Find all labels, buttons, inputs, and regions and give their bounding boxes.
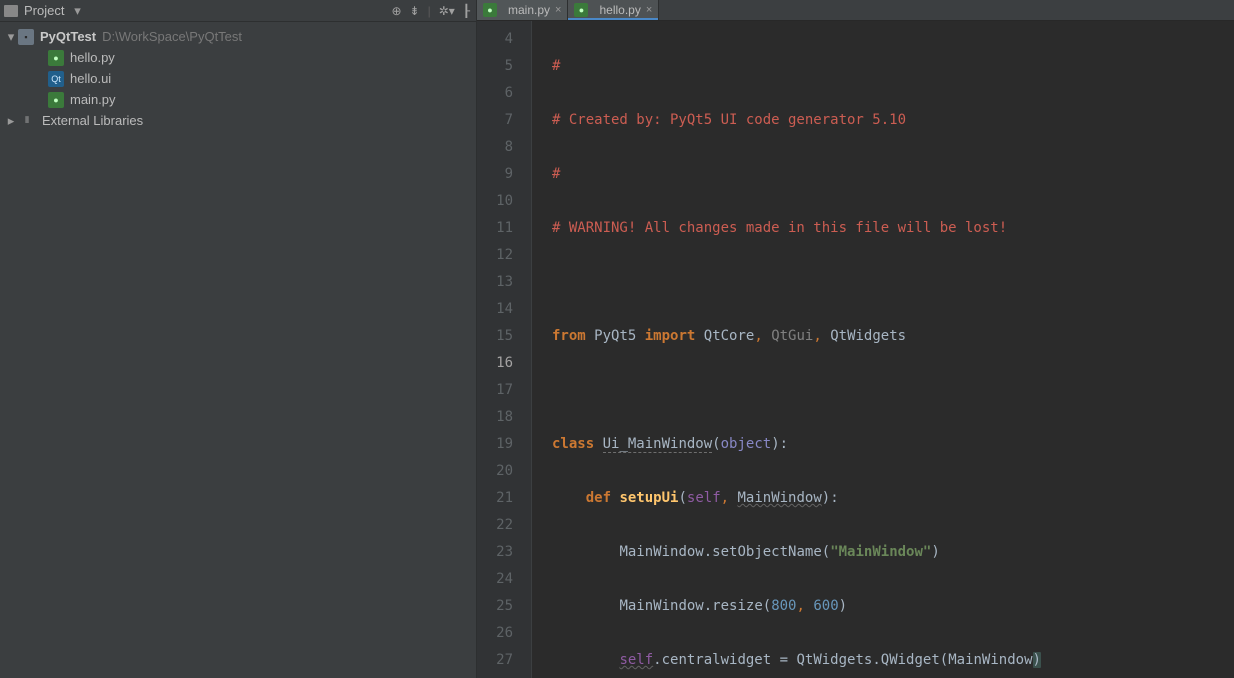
project-title[interactable]: Project [24, 3, 64, 18]
project-path: D:\WorkSpace\PyQtTest [102, 29, 242, 44]
close-icon[interactable]: × [646, 4, 652, 16]
folder-icon: ▪ [18, 29, 34, 45]
line-gutter: 4567891011121314151617181920212223242526… [477, 21, 532, 678]
tab-label: main.py [508, 3, 550, 17]
ui-file-icon: Qt [48, 71, 64, 87]
python-file-icon: ● [574, 3, 588, 17]
locate-icon[interactable]: ⊕ [391, 4, 401, 18]
tree-file[interactable]: ● hello.py [0, 47, 476, 68]
project-tool-icon [4, 5, 18, 17]
file-name: hello.ui [70, 71, 111, 86]
external-libraries-label: External Libraries [42, 113, 143, 128]
project-name: PyQtTest [40, 29, 96, 44]
python-file-icon: ● [48, 50, 64, 66]
tab-main-py[interactable]: ● main.py × [477, 0, 568, 20]
tree-file[interactable]: Qt hello.ui [0, 68, 476, 89]
close-icon[interactable]: × [555, 4, 561, 16]
hide-icon[interactable]: ┠ [463, 4, 470, 18]
python-file-icon: ● [48, 92, 64, 108]
python-file-icon: ● [483, 3, 497, 17]
tree-external-libs[interactable]: ▸ ⫴ External Libraries [0, 110, 476, 131]
collapse-all-icon[interactable]: ⇟ [410, 4, 420, 18]
project-header: Project ▾ ⊕ ⇟ | ✲▾ ┠ [0, 0, 476, 22]
chevron-down-icon[interactable]: ▾ [4, 29, 18, 45]
tab-hello-py[interactable]: ● hello.py × [568, 0, 659, 20]
libraries-icon: ⫴ [18, 113, 36, 129]
code-area[interactable]: 4567891011121314151617181920212223242526… [477, 21, 1234, 678]
tab-label: hello.py [599, 3, 640, 17]
chevron-down-icon[interactable]: ▾ [70, 3, 84, 19]
tree-root[interactable]: ▾ ▪ PyQtTest D:\WorkSpace\PyQtTest [0, 26, 476, 47]
file-name: main.py [70, 92, 116, 107]
code-text[interactable]: # # Created by: PyQt5 UI code generator … [532, 21, 1234, 678]
editor-tab-bar: ● main.py × ● hello.py × [477, 0, 1234, 21]
project-tree[interactable]: ▾ ▪ PyQtTest D:\WorkSpace\PyQtTest ● hel… [0, 22, 476, 135]
file-name: hello.py [70, 50, 115, 65]
project-sidebar: Project ▾ ⊕ ⇟ | ✲▾ ┠ ▾ ▪ PyQtTest D:\Wor… [0, 0, 477, 678]
divider: | [428, 4, 431, 18]
chevron-right-icon[interactable]: ▸ [4, 113, 18, 129]
editor: ● main.py × ● hello.py × 456789101112131… [477, 0, 1234, 678]
tree-file[interactable]: ● main.py [0, 89, 476, 110]
gear-icon[interactable]: ✲▾ [439, 4, 455, 18]
